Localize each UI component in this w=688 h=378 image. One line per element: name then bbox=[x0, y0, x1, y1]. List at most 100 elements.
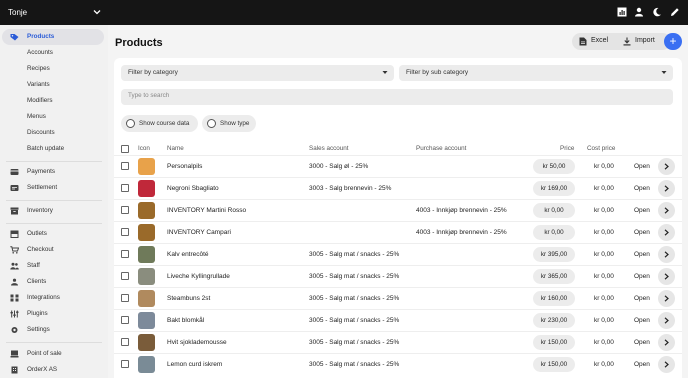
row-checkbox[interactable] bbox=[121, 228, 129, 236]
import-button[interactable]: Import bbox=[618, 33, 668, 50]
row-open-button[interactable] bbox=[658, 201, 675, 219]
sales-account: 3000 - Salg øl - 25% bbox=[309, 162, 369, 170]
add-product-button[interactable]: + bbox=[664, 33, 682, 50]
price-pill[interactable]: kr 0,00 bbox=[533, 224, 575, 240]
sidebar-item-batch-update[interactable]: Batch update bbox=[2, 141, 104, 157]
sidebar-item-point-of-sale[interactable]: Point of sale bbox=[2, 346, 104, 362]
sidebar-item-outlets[interactable]: Outlets bbox=[2, 226, 104, 242]
price-pill[interactable]: kr 169,00 bbox=[533, 180, 575, 196]
row-checkbox[interactable] bbox=[121, 316, 129, 324]
product-thumbnail bbox=[138, 355, 155, 373]
row-divider bbox=[114, 331, 682, 332]
price-pill[interactable]: kr 365,00 bbox=[533, 268, 575, 284]
price-pill[interactable]: kr 50,00 bbox=[533, 158, 575, 174]
user-icon[interactable] bbox=[634, 7, 644, 17]
price-pill[interactable]: kr 395,00 bbox=[533, 246, 575, 262]
column-header-sales-account[interactable]: Sales account bbox=[309, 145, 349, 152]
open-link[interactable]: Open bbox=[634, 339, 650, 346]
sales-account: 3005 - Salg mat / snacks - 25% bbox=[309, 250, 400, 258]
row-open-button[interactable] bbox=[658, 223, 675, 241]
row-open-button[interactable] bbox=[658, 333, 675, 351]
row-checkbox[interactable] bbox=[121, 250, 129, 258]
product-name: Bakt blomkål bbox=[167, 316, 205, 324]
search-input[interactable] bbox=[128, 92, 528, 99]
row-open-button[interactable] bbox=[658, 311, 675, 329]
row-open-button[interactable] bbox=[658, 157, 675, 175]
select-all-checkbox[interactable] bbox=[121, 145, 129, 153]
sidebar-item-discounts[interactable]: Discounts bbox=[2, 125, 104, 141]
price-pill[interactable]: kr 0,00 bbox=[533, 202, 575, 218]
price-pill[interactable]: kr 230,00 bbox=[533, 312, 575, 328]
chevron-right-icon bbox=[664, 272, 669, 280]
open-link[interactable]: Open bbox=[634, 251, 650, 258]
row-checkbox[interactable] bbox=[121, 162, 129, 170]
sidebar-item-menus[interactable]: Menus bbox=[2, 109, 104, 125]
sales-account: 3005 - Salg mat / snacks - 25% bbox=[309, 272, 400, 280]
sidebar-item-modifiers[interactable]: Modifiers bbox=[2, 93, 104, 109]
price-pill[interactable]: kr 150,00 bbox=[533, 356, 575, 372]
row-open-button[interactable] bbox=[658, 267, 675, 285]
excel-button[interactable]: Excel bbox=[572, 33, 616, 50]
product-name: Steambuns 2st bbox=[167, 294, 211, 302]
chevron-right-icon bbox=[664, 228, 669, 236]
show-type-toggle[interactable]: Show type bbox=[202, 115, 256, 132]
cost-price: kr 0,00 bbox=[594, 360, 614, 368]
sales-account: 3005 - Salg mat / snacks - 25% bbox=[309, 338, 400, 346]
open-link[interactable]: Open bbox=[634, 207, 650, 214]
user-name[interactable]: Tonje bbox=[8, 8, 27, 17]
pencil-icon[interactable] bbox=[670, 7, 680, 17]
price-pill[interactable]: kr 160,00 bbox=[533, 290, 575, 306]
main-content: Products Excel Import + Filter by catego… bbox=[108, 25, 688, 378]
sidebar-item-products[interactable]: Products bbox=[2, 29, 104, 45]
sidebar-item-variants[interactable]: Variants bbox=[2, 77, 104, 93]
column-header-purchase-account[interactable]: Purchase account bbox=[416, 145, 466, 152]
sidebar-item-payments[interactable]: Payments bbox=[2, 164, 104, 180]
column-header-price[interactable]: Price bbox=[560, 145, 574, 152]
row-checkbox[interactable] bbox=[121, 360, 129, 368]
sidebar-item-plugins[interactable]: Plugins bbox=[2, 306, 104, 322]
open-link[interactable]: Open bbox=[634, 163, 650, 170]
sidebar-item-accounts[interactable]: Accounts bbox=[2, 45, 104, 61]
open-link[interactable]: Open bbox=[634, 273, 650, 280]
price-pill[interactable]: kr 150,00 bbox=[533, 334, 575, 350]
gear-icon bbox=[11, 327, 18, 333]
row-open-button[interactable] bbox=[658, 179, 675, 197]
moon-icon[interactable] bbox=[652, 7, 662, 17]
sidebar-item-settings[interactable]: Settings bbox=[2, 322, 104, 338]
sidebar-item-orderx-as[interactable]: OrderX AS bbox=[2, 362, 104, 378]
row-open-button[interactable] bbox=[658, 355, 675, 373]
column-header-cost-price[interactable]: Cost price bbox=[587, 145, 615, 152]
row-checkbox[interactable] bbox=[121, 272, 129, 280]
open-link[interactable]: Open bbox=[634, 229, 650, 236]
row-checkbox[interactable] bbox=[121, 294, 129, 302]
product-name: Hvit sjoklademousse bbox=[167, 338, 227, 346]
sidebar-item-recipes[interactable]: Recipes bbox=[2, 61, 104, 77]
sidebar-item-clients[interactable]: Clients bbox=[2, 274, 104, 290]
sidebar-divider bbox=[6, 200, 102, 201]
column-header-name[interactable]: Name bbox=[167, 145, 184, 152]
sidebar-item-checkout[interactable]: Checkout bbox=[2, 242, 104, 258]
column-header-icon: Icon bbox=[138, 145, 150, 152]
show-course-data-toggle[interactable]: Show course data bbox=[121, 115, 198, 132]
open-link[interactable]: Open bbox=[634, 317, 650, 324]
open-link[interactable]: Open bbox=[634, 185, 650, 192]
sub-category-filter[interactable]: Filter by sub category bbox=[399, 65, 673, 81]
row-open-button[interactable] bbox=[658, 289, 675, 307]
sidebar-item-inventory[interactable]: Inventory bbox=[2, 203, 104, 219]
open-link[interactable]: Open bbox=[634, 295, 650, 302]
caret-down-icon bbox=[661, 71, 667, 74]
product-thumbnail bbox=[138, 333, 155, 351]
category-filter[interactable]: Filter by category bbox=[121, 65, 394, 81]
chevron-right-icon bbox=[664, 162, 669, 170]
sidebar-item-staff[interactable]: Staff bbox=[2, 258, 104, 274]
chevron-down-icon[interactable] bbox=[92, 7, 102, 17]
row-open-button[interactable] bbox=[658, 245, 675, 263]
row-checkbox[interactable] bbox=[121, 206, 129, 214]
open-link[interactable]: Open bbox=[634, 361, 650, 368]
row-checkbox[interactable] bbox=[121, 338, 129, 346]
row-checkbox[interactable] bbox=[121, 184, 129, 192]
sidebar-item-settlement[interactable]: Settlement bbox=[2, 180, 104, 196]
chart-icon[interactable] bbox=[617, 7, 627, 17]
sidebar-item-integrations[interactable]: Integrations bbox=[2, 290, 104, 306]
chevron-right-icon bbox=[664, 250, 669, 258]
